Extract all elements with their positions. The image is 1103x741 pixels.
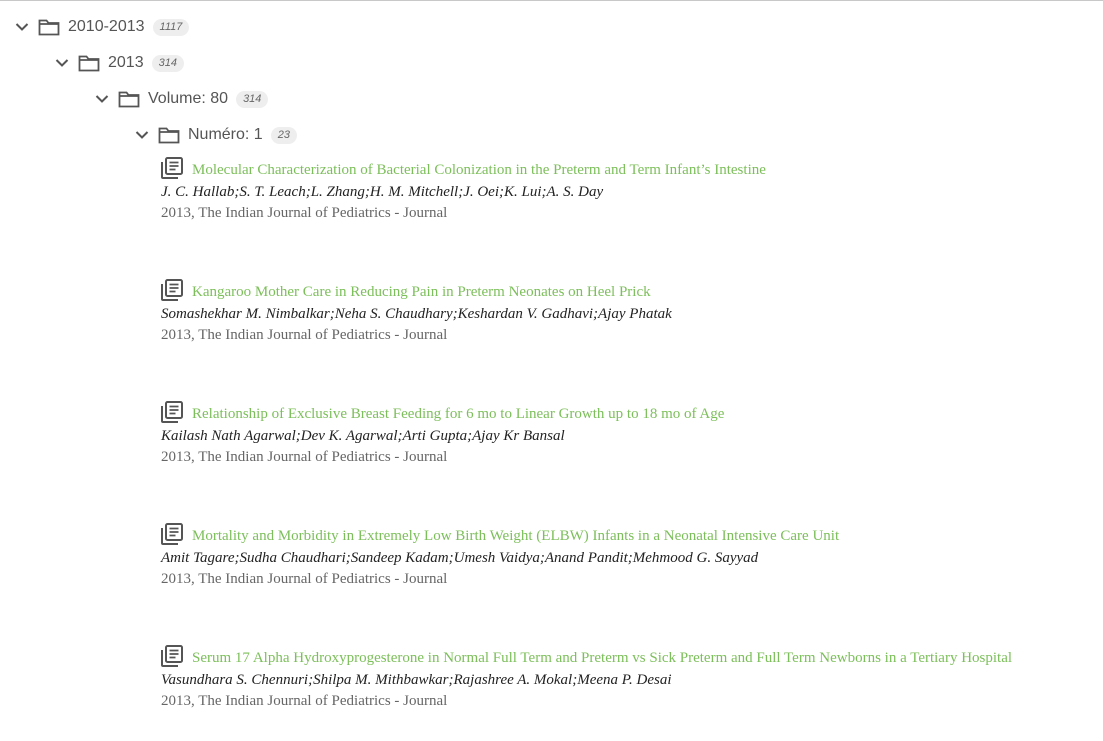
chevron-down-icon[interactable] [94,91,110,107]
chevron-down-icon[interactable] [134,127,150,143]
article-source: 2013, The Indian Journal of Pediatrics -… [161,327,448,343]
article-source: 2013, The Indian Journal of Pediatrics -… [161,571,448,587]
article-source: 2013, The Indian Journal of Pediatrics -… [161,693,448,709]
article-authors: Vasundhara S. Chennuri;Shilpa M. Mithbaw… [161,672,672,688]
library-books-icon [161,645,183,667]
article-item: Relationship of Exclusive Breast Feeding… [161,399,1091,467]
chevron-down-icon[interactable] [54,55,70,71]
library-books-icon [161,523,183,545]
tree-node-2013[interactable]: 2013 314 [54,52,184,74]
tree-node-label[interactable]: 2010-2013 [68,18,145,36]
tree-node-2010-2013[interactable]: 2010-2013 1117 [14,16,190,38]
article-title-link[interactable]: Molecular Characterization of Bacterial … [192,162,766,179]
article-title-link[interactable]: Relationship of Exclusive Breast Feeding… [192,406,724,423]
article-item: Mortality and Morbidity in Extremely Low… [161,521,1091,589]
library-books-icon [161,401,183,423]
library-books-icon [161,157,183,179]
article-title-link[interactable]: Mortality and Morbidity in Extremely Low… [192,528,839,545]
count-badge: 314 [151,54,184,72]
article-item: Molecular Characterization of Bacterial … [161,155,1091,223]
count-badge: 1117 [152,18,190,36]
chevron-down-icon[interactable] [14,19,30,35]
tree-node-volume-80[interactable]: Volume: 80 314 [94,88,269,110]
tree-node-label[interactable]: 2013 [108,54,144,72]
tree-node-label[interactable]: Numéro: 1 [188,126,263,144]
tree-node-numero-1[interactable]: Numéro: 1 23 [134,124,297,146]
folder-icon [158,127,180,144]
tree-node-label[interactable]: Volume: 80 [148,90,228,108]
article-source: 2013, The Indian Journal of Pediatrics -… [161,205,448,221]
folder-icon [118,91,140,108]
count-badge: 23 [270,126,297,144]
article-authors: Amit Tagare;Sudha Chaudhari;Sandeep Kada… [161,550,759,566]
article-authors: Kailash Nath Agarwal;Dev K. Agarwal;Arti… [161,428,565,444]
article-title-link[interactable]: Kangaroo Mother Care in Reducing Pain in… [192,284,651,301]
article-source: 2013, The Indian Journal of Pediatrics -… [161,449,448,465]
library-books-icon [161,279,183,301]
article-item: Kangaroo Mother Care in Reducing Pain in… [161,277,1091,345]
article-item: Serum 17 Alpha Hydroxyprogesterone in No… [161,643,1091,711]
count-badge: 314 [236,90,269,108]
article-authors: Somashekhar M. Nimbalkar;Neha S. Chaudha… [161,306,672,322]
article-authors: J. C. Hallab;S. T. Leach;L. Zhang;H. M. … [161,184,604,200]
folder-icon [78,55,100,72]
article-title-link[interactable]: Serum 17 Alpha Hydroxyprogesterone in No… [192,650,1012,667]
folder-icon [38,19,60,36]
